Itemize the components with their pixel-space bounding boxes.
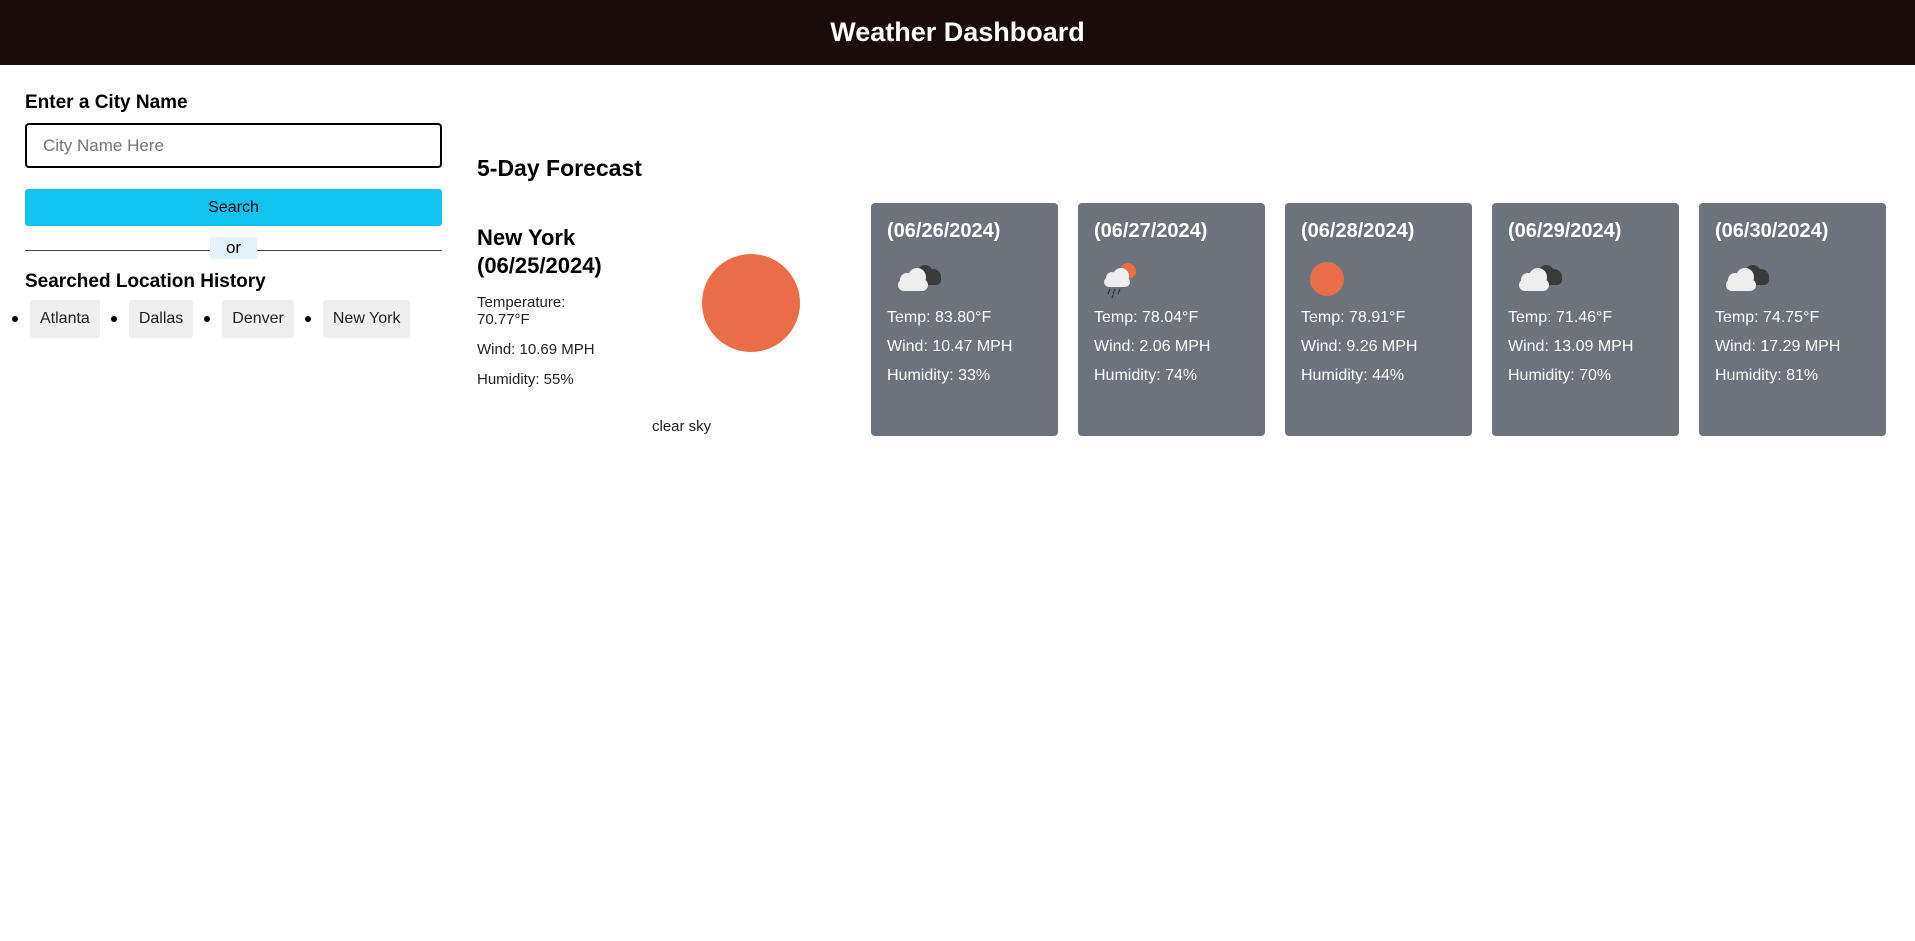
rain-sun-icon: [1094, 253, 1154, 303]
forecast-temp: Temp: 83.80°F: [887, 309, 992, 326]
history-list-item: Denver: [204, 300, 305, 338]
history-button-denver[interactable]: Denver: [222, 300, 294, 338]
sun-icon: [702, 254, 800, 352]
forecast-card: (06/28/2024) Temp: 78.91°F Wind: 9.26 MP…: [1285, 203, 1472, 436]
forecast-card: (06/26/2024) Temp: 83.80°F Wind: 10.47 M…: [871, 203, 1058, 436]
forecast-wind: Wind: 2.06 MPH: [1094, 338, 1211, 355]
bullet-icon: [204, 316, 211, 322]
bullet-icon: [304, 316, 311, 322]
forecast-date: (06/27/2024): [1094, 220, 1208, 242]
page-title: Weather Dashboard: [830, 17, 1085, 47]
bullet-icon: [110, 316, 117, 322]
history-list-item: New York: [304, 300, 422, 338]
history-list: Atlanta Dallas Denver New York: [12, 300, 442, 338]
bullet-icon: [12, 316, 18, 322]
current-city-heading: New York (06/25/2024): [477, 224, 677, 280]
current-temperature: Temperature: 70.77°F: [477, 294, 566, 328]
current-city-name: New York: [477, 225, 576, 250]
forecast-date: (06/28/2024): [1301, 220, 1415, 242]
divider-or-label: or: [210, 237, 257, 259]
search-sidebar: Enter a City Name Search or Searched Loc…: [12, 92, 442, 338]
forecast-wind: Wind: 9.26 MPH: [1301, 338, 1418, 355]
search-button[interactable]: Search: [25, 189, 442, 226]
app-header: Weather Dashboard: [0, 0, 1915, 65]
forecast-humidity: Humidity: 81%: [1715, 367, 1819, 384]
current-weather: New York (06/25/2024) Temperature: 70.77…: [477, 224, 837, 439]
history-button-dallas[interactable]: Dallas: [128, 300, 194, 338]
forecast-temp: Temp: 78.04°F: [1094, 309, 1199, 326]
broken-clouds-icon: [887, 253, 947, 303]
forecast-wind: Wind: 13.09 MPH: [1508, 338, 1634, 355]
forecast-card: (06/30/2024) Temp: 74.75°F Wind: 17.29 M…: [1699, 203, 1886, 436]
current-wind: Wind: 10.69 MPH: [477, 341, 595, 358]
history-title: Searched Location History: [25, 271, 266, 292]
city-search-input[interactable]: [25, 123, 442, 168]
city-input-label: Enter a City Name: [25, 92, 188, 113]
history-button-new-york[interactable]: New York: [322, 300, 411, 338]
current-description: clear sky: [652, 418, 712, 435]
forecast-wind: Wind: 10.47 MPH: [887, 338, 1013, 355]
broken-clouds-icon: [1715, 253, 1775, 303]
forecast-card: (06/29/2024) Temp: 71.46°F Wind: 13.09 M…: [1492, 203, 1679, 436]
current-date: (06/25/2024): [477, 253, 602, 278]
forecast-cards: (06/26/2024) Temp: 83.80°F Wind: 10.47 M…: [871, 203, 1886, 436]
forecast-wind: Wind: 17.29 MPH: [1715, 338, 1841, 355]
forecast-date: (06/26/2024): [887, 220, 1001, 242]
forecast-humidity: Humidity: 70%: [1508, 367, 1612, 384]
forecast-humidity: Humidity: 44%: [1301, 367, 1405, 384]
forecast-card: (06/27/2024) Temp: 78.04°F Wind: 2.06 MP…: [1078, 203, 1265, 436]
history-button-atlanta[interactable]: Atlanta: [30, 300, 100, 338]
current-humidity: Humidity: 55%: [477, 371, 574, 388]
forecast-date: (06/29/2024): [1508, 220, 1622, 242]
forecast-temp: Temp: 71.46°F: [1508, 309, 1613, 326]
broken-clouds-icon: [1508, 253, 1568, 303]
history-list-item: Atlanta: [12, 300, 111, 338]
forecast-humidity: Humidity: 33%: [887, 367, 991, 384]
forecast-temp: Temp: 74.75°F: [1715, 309, 1820, 326]
history-list-item: Dallas: [110, 300, 204, 338]
or-divider: or: [25, 237, 442, 259]
forecast-temp: Temp: 78.91°F: [1301, 309, 1406, 326]
forecast-humidity: Humidity: 74%: [1094, 367, 1198, 384]
forecast-date: (06/30/2024): [1715, 220, 1829, 242]
sun-icon: [1301, 253, 1361, 303]
forecast-title: 5-Day Forecast: [477, 155, 642, 181]
